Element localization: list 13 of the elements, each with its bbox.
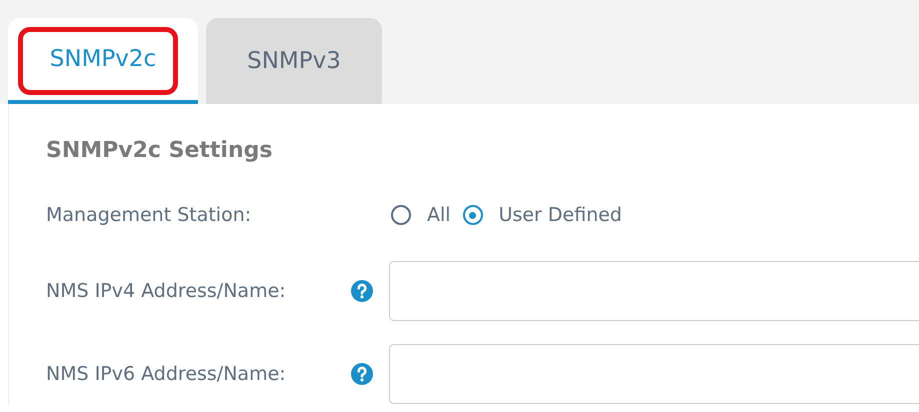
- field-label: NMS IPv6 Address/Name:: [46, 362, 287, 384]
- input-field[interactable]: [389, 260, 919, 320]
- field-label: Management Station:: [46, 204, 252, 226]
- field-label: NMS IPv4 Address/Name:: [46, 280, 287, 302]
- radio-label: User Defined: [498, 204, 622, 226]
- radio-label: All: [427, 204, 451, 226]
- help-icon[interactable]: [351, 280, 373, 302]
- tab[interactable]: SNMPv3: [206, 18, 382, 104]
- radio-button[interactable]: [391, 205, 411, 225]
- radio-button[interactable]: [462, 205, 483, 225]
- section-title: SNMPv2c Settings: [46, 138, 274, 163]
- help-icon[interactable]: [351, 362, 373, 384]
- input-field[interactable]: [389, 344, 919, 404]
